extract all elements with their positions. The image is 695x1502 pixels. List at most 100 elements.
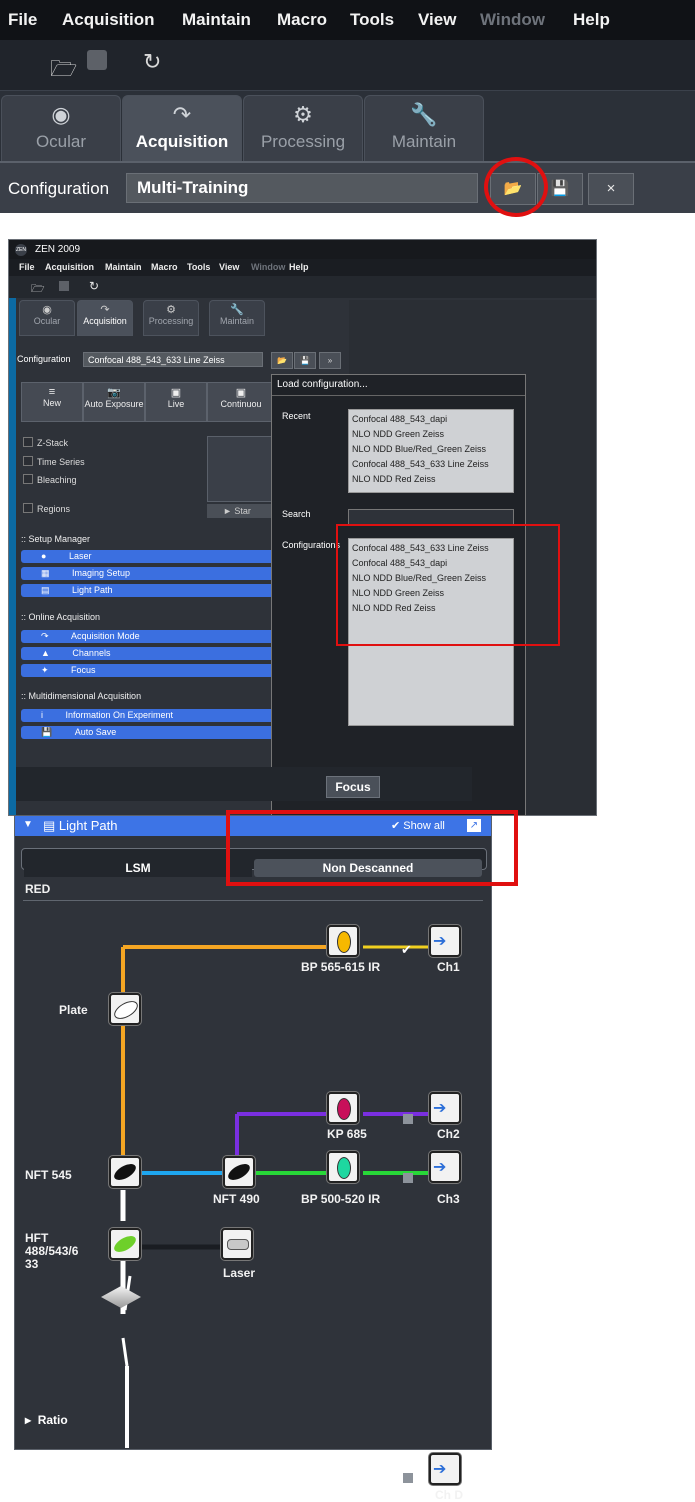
tool-light-path[interactable]: ▤ Light Path — [21, 584, 276, 597]
tab-maintain[interactable]: 🔧 Maintain — [209, 300, 265, 336]
chd-detector[interactable]: ➔ — [429, 1453, 461, 1485]
recent-list[interactable]: Confocal 488_543_dapi NLO NDD Green Zeis… — [348, 409, 514, 493]
list-item[interactable]: Confocal 488_543_dapi — [349, 412, 513, 427]
list-item[interactable]: Confocal 488_543_633 Line Zeiss — [349, 457, 513, 472]
bp500-label: BP 500-520 IR — [301, 1192, 381, 1206]
tab-ocular[interactable]: ◉ Ocular — [1, 95, 121, 162]
dichroic-icon — [225, 1160, 253, 1184]
continuous-button[interactable]: ▣ Continuou — [207, 382, 275, 422]
menu-help[interactable]: Help — [573, 10, 610, 30]
configuration-label: Configuration — [8, 179, 110, 198]
refresh-icon[interactable]: ↻ — [89, 279, 99, 293]
list-icon: ≡ — [48, 386, 56, 398]
highlight-rectangle — [336, 524, 560, 646]
focus-button[interactable]: Focus — [326, 776, 380, 798]
recent-label: Recent — [282, 411, 311, 421]
tab-processing[interactable]: ⚙ Processing — [143, 300, 199, 336]
tool-imaging-setup[interactable]: ▦ Imaging Setup — [21, 567, 276, 580]
acquisition-icon: ↷ — [172, 102, 192, 127]
menu-tools[interactable]: Tools — [350, 10, 394, 30]
open-folder-icon[interactable]: 🗁 — [50, 52, 77, 90]
regions-checkbox[interactable]: Regions — [23, 503, 70, 514]
tool-laser[interactable]: ● Laser — [21, 550, 276, 563]
chd-checkbox[interactable] — [403, 1473, 413, 1483]
configuration-field[interactable]: Multi-Training — [126, 173, 478, 203]
tool-label: Acquisition Mode — [71, 631, 140, 641]
ch3-detector[interactable]: ➔ — [429, 1151, 461, 1183]
kp685-filter[interactable] — [327, 1092, 359, 1124]
nft490-label: NFT 490 — [213, 1192, 260, 1206]
section-title: Online Acquisition — [28, 612, 101, 622]
menu-file[interactable]: File — [19, 262, 35, 272]
save-icon[interactable] — [59, 281, 69, 291]
bp565-filter[interactable] — [327, 925, 359, 957]
tab-acquisition[interactable]: ↷ Acquisition — [77, 300, 133, 336]
save-icon[interactable] — [87, 50, 107, 70]
detector-icon: ➔ — [433, 1100, 447, 1117]
tab-acquisition[interactable]: ↷ Acquisition — [122, 95, 242, 162]
menu-macro[interactable]: Macro — [277, 10, 327, 30]
laser-source[interactable] — [221, 1228, 253, 1260]
new-button[interactable]: ≡ New — [21, 382, 83, 422]
ch1-detector[interactable]: ➔ — [429, 925, 461, 957]
ratio-expander[interactable]: ▸ Ratio — [25, 1413, 68, 1427]
menu-tools[interactable]: Tools — [187, 262, 210, 272]
tab-processing-label: Processing — [148, 316, 194, 326]
refresh-icon[interactable]: ↻ — [143, 49, 161, 75]
tab-acquisition-label: Acquisition — [83, 316, 127, 326]
tool-label: Imaging Setup — [72, 568, 131, 578]
hft-label: HFT 488/543/6 33 — [25, 1231, 79, 1271]
menu-view[interactable]: View — [219, 262, 239, 272]
menu-maintain[interactable]: Maintain — [182, 10, 251, 30]
ch1-checkbox[interactable]: ✔ — [401, 942, 412, 958]
z-stack-checkbox[interactable]: Z-Stack — [23, 437, 68, 448]
nft545-dichroic[interactable] — [109, 1156, 141, 1188]
tab-ocular[interactable]: ◉ Ocular — [19, 300, 75, 336]
ch2-checkbox[interactable] — [403, 1114, 413, 1124]
preview-area — [207, 436, 279, 502]
delete-config-button[interactable]: » — [319, 352, 341, 369]
ch2-detector[interactable]: ➔ — [429, 1092, 461, 1124]
tool-focus[interactable]: ✦ Focus — [21, 664, 276, 677]
open-folder-icon[interactable]: 🗁 — [31, 280, 45, 299]
tool-acquisition-mode[interactable]: ↷ Acquisition Mode — [21, 630, 276, 643]
delete-config-button[interactable]: × — [588, 173, 634, 205]
menu-file[interactable]: File — [8, 10, 37, 30]
list-item[interactable]: NLO NDD Blue/Red_Green Zeiss — [349, 442, 513, 457]
menu-maintain[interactable]: Maintain — [105, 262, 142, 272]
menu-acquisition[interactable]: Acquisition — [62, 10, 155, 30]
laser-icon: ● — [41, 551, 49, 561]
time-series-checkbox[interactable]: Time Series — [23, 456, 85, 467]
tab-maintain-label: Maintain — [391, 132, 457, 151]
tab-processing[interactable]: ⚙ Processing — [243, 95, 363, 162]
section-title: Setup Manager — [28, 534, 91, 544]
tool-auto-save[interactable]: 💾 Auto Save — [21, 726, 276, 739]
save-config-button[interactable]: 💾 — [294, 352, 316, 369]
menu-help[interactable]: Help — [289, 262, 309, 272]
auto-exposure-button[interactable]: 📷 Auto Exposure — [83, 382, 145, 422]
load-config-button[interactable]: 📂 — [271, 352, 293, 369]
continuous-icon: ▣ — [235, 387, 247, 399]
nft545-label: NFT 545 — [25, 1168, 72, 1182]
tool-information-on-experiment[interactable]: i Information On Experiment — [21, 709, 276, 722]
nft490-dichroic[interactable] — [223, 1156, 255, 1188]
tool-channels[interactable]: ▲ Channels — [21, 647, 276, 660]
configuration-field[interactable]: Confocal 488_543_633 Line Zeiss — [83, 352, 263, 367]
ch3-checkbox[interactable] — [403, 1173, 413, 1183]
list-item[interactable]: NLO NDD Green Zeiss — [349, 427, 513, 442]
close-icon: × — [606, 180, 616, 197]
hft-main-dichroic[interactable] — [109, 1228, 141, 1260]
live-button[interactable]: ▣ Live — [145, 382, 207, 422]
bp500-filter[interactable] — [327, 1151, 359, 1183]
menu-view[interactable]: View — [418, 10, 456, 30]
plate-mirror[interactable] — [109, 993, 141, 1025]
white-beam-under-stage — [121, 1337, 129, 1367]
menu-acquisition[interactable]: Acquisition — [45, 262, 94, 272]
bleaching-checkbox[interactable]: Bleaching — [23, 474, 77, 485]
list-item[interactable]: NLO NDD Red Zeiss — [349, 472, 513, 487]
start-experiment-button[interactable]: ► Star — [207, 504, 277, 518]
search-input[interactable] — [348, 509, 514, 525]
tab-maintain[interactable]: 🔧 Maintain — [364, 95, 484, 162]
menu-macro[interactable]: Macro — [151, 262, 178, 272]
chd-label: Ch D — [435, 1488, 463, 1502]
